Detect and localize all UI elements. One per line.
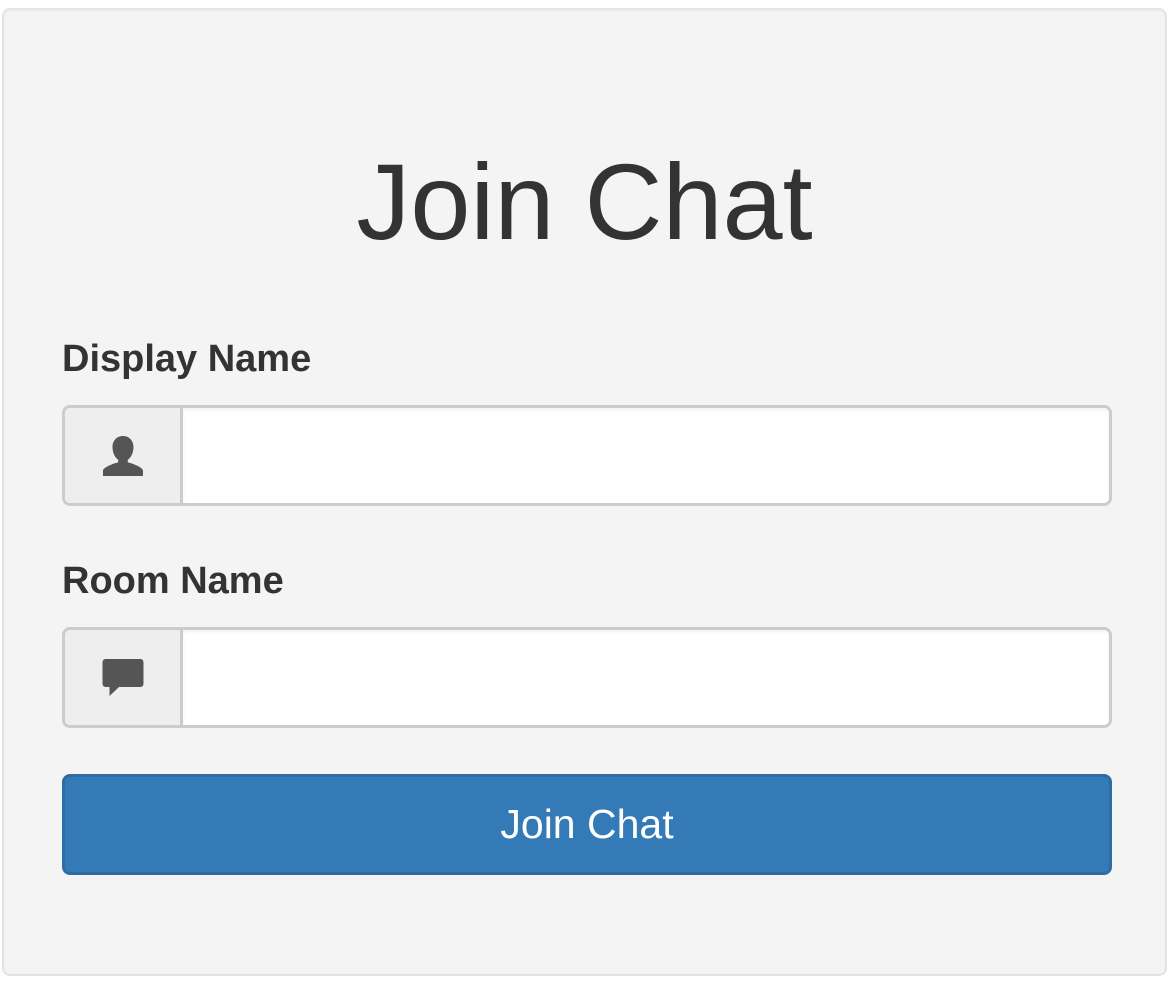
room-name-input[interactable] xyxy=(183,630,1109,725)
user-icon xyxy=(101,434,145,478)
join-chat-panel: Join Chat Display Name Room Name Join Ch… xyxy=(2,8,1167,976)
display-name-label: Display Name xyxy=(62,338,312,380)
display-name-input[interactable] xyxy=(183,408,1109,503)
room-name-input-group xyxy=(62,627,1112,728)
display-name-addon xyxy=(65,408,183,503)
page-title: Join Chat xyxy=(356,141,813,262)
room-name-addon xyxy=(65,630,183,725)
join-chat-button[interactable]: Join Chat xyxy=(62,774,1112,875)
comment-icon xyxy=(101,657,145,699)
display-name-input-group xyxy=(62,405,1112,506)
room-name-label: Room Name xyxy=(62,560,284,602)
